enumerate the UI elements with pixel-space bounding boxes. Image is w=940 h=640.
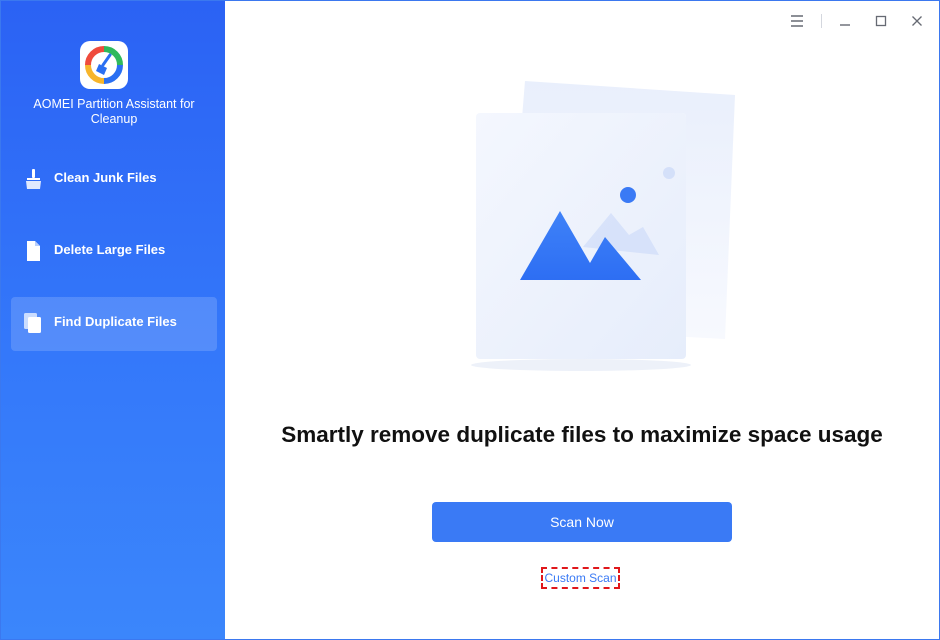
sidebar-item-clean-junk-files[interactable]: Clean Junk Files [11,153,217,207]
sidebar-item-delete-large-files[interactable]: Delete Large Files [11,225,217,279]
close-icon[interactable] [906,11,928,31]
duplicate-files-icon [21,311,45,335]
broom-icon [21,167,45,191]
main-panel: Smartly remove duplicate files to maximi… [225,1,939,639]
title-bar-divider [821,14,822,28]
file-icon [21,239,45,263]
sidebar-item-find-duplicate-files[interactable]: Find Duplicate Files [11,297,217,351]
sidebar-item-label: Find Duplicate Files [54,314,177,329]
sidebar-item-label: Delete Large Files [54,242,166,257]
minimize-icon[interactable] [834,11,856,31]
app-window: AOMEI Partition Assistant for Cleanup Cl… [0,0,940,640]
duplicate-images-illustration [465,77,745,373]
menu-icon[interactable] [786,11,808,31]
app-logo-icon [80,41,128,89]
custom-scan-link[interactable]: Custom Scan [543,569,618,587]
page-headline: Smartly remove duplicate files to maximi… [281,422,883,447]
scan-now-button[interactable]: Scan Now [432,502,732,542]
sidebar: AOMEI Partition Assistant for Cleanup Cl… [1,1,225,639]
custom-scan-highlight: Custom Scan [541,567,620,589]
maximize-icon[interactable] [870,11,892,31]
app-title: AOMEI Partition Assistant for Cleanup [33,97,195,126]
sidebar-item-label: Clean Junk Files [54,170,157,185]
